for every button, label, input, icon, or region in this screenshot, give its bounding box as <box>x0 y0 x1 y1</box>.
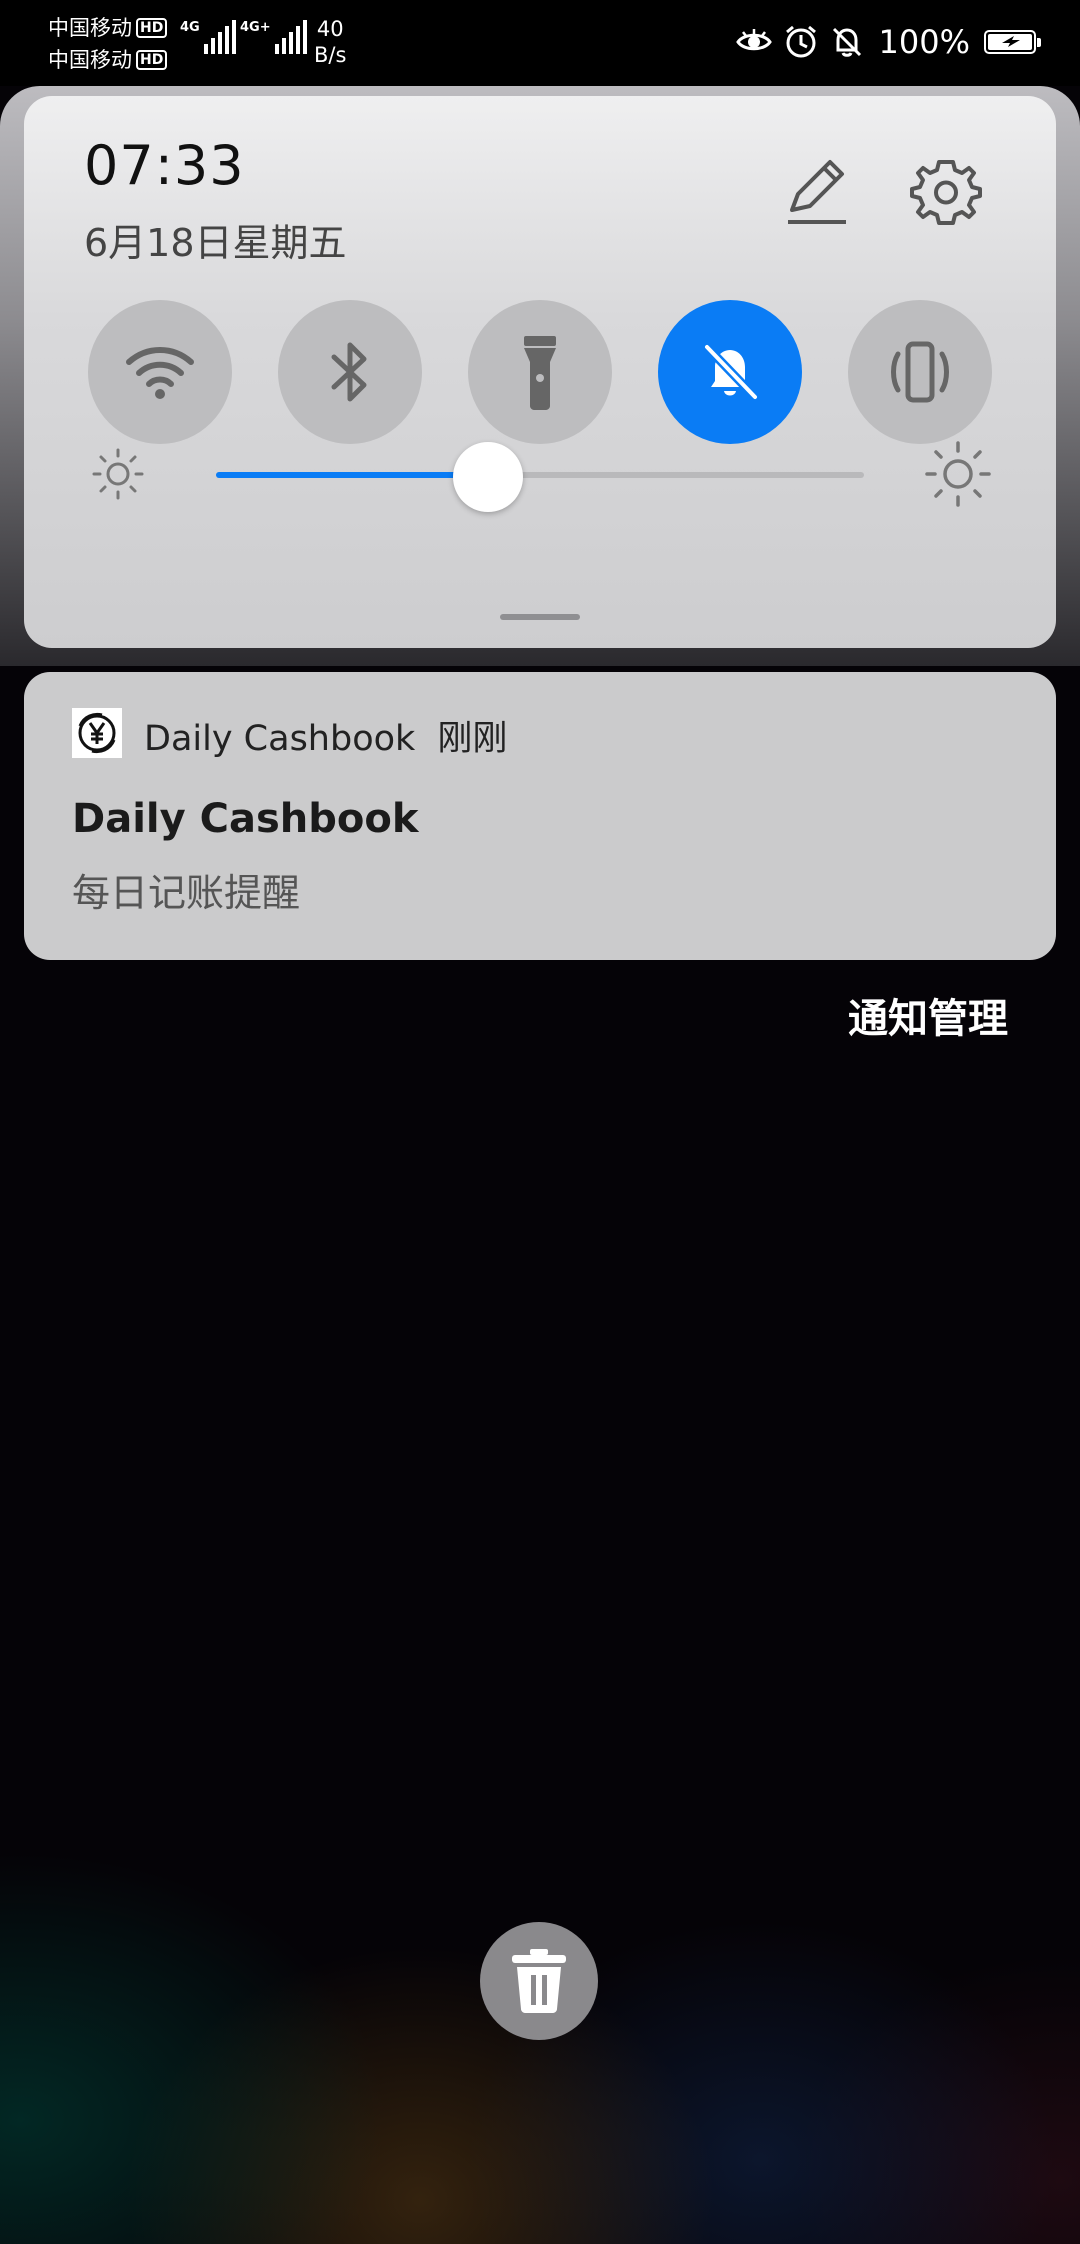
notification-time: 刚刚 <box>437 719 508 759</box>
trash-icon <box>512 1949 566 2013</box>
brightness-low-icon <box>92 448 144 500</box>
carrier-name-2: 中国移动 <box>48 48 132 72</box>
network-type-2: 4G+ <box>240 20 271 35</box>
brightness-slider[interactable] <box>216 472 864 478</box>
status-bar: 中国移动 HD 中国移动 HD 4G 4G+ 40 B/s 100% <box>0 0 1080 86</box>
brightness-slider-thumb[interactable] <box>453 442 524 512</box>
brightness-slider-fill <box>216 472 489 478</box>
brightness-high-icon <box>925 441 991 507</box>
notification-app-name: Daily Cashbook <box>144 719 416 759</box>
status-icons: 100% <box>735 20 1041 64</box>
quick-settings-panel: 07:33 6月18日星期五 <box>24 96 1056 648</box>
battery-percent: 100% <box>878 23 970 61</box>
carrier-name-1: 中国移动 <box>48 16 132 40</box>
battery-charging-icon <box>984 30 1041 54</box>
network-speed-unit: B/s <box>314 43 347 67</box>
network-type-1: 4G <box>180 20 200 35</box>
notification-body: 每日记账提醒 <box>72 871 301 915</box>
settings-gear-icon[interactable] <box>910 156 982 228</box>
alarm-icon <box>785 25 816 58</box>
clock: 07:33 <box>84 134 245 197</box>
notification-header: Daily Cashbook 刚刚 <box>144 710 507 761</box>
notification-card[interactable]: Daily Cashbook 刚刚 Daily Cashbook 每日记账提醒 <box>24 672 1056 960</box>
notification-shade-screen: 中国移动 HD 中国移动 HD 4G 4G+ 40 B/s 100% 07:33… <box>0 0 1080 2244</box>
brightness-control <box>24 396 1056 526</box>
edit-pencil-icon[interactable] <box>780 158 850 228</box>
panel-drag-handle[interactable] <box>500 614 580 620</box>
wifi-icon <box>126 347 194 399</box>
signal-bars-icon <box>203 20 236 54</box>
signal-1: 4G <box>180 20 237 54</box>
hd-badge-1: HD <box>136 18 168 38</box>
vibrate-icon <box>891 341 949 403</box>
signal-2: 4G+ <box>240 20 308 54</box>
network-speed-value: 40 <box>316 17 344 41</box>
bell-off-icon <box>832 27 861 57</box>
hd-badge-2: HD <box>136 50 168 70</box>
date: 6月18日星期五 <box>84 221 347 265</box>
network-speed: 40 B/s <box>314 16 346 68</box>
carrier-info: 中国移动 HD 中国移动 HD <box>48 12 168 76</box>
notification-manage-link[interactable]: 通知管理 <box>848 986 1008 1044</box>
eye-icon <box>735 29 772 51</box>
signal-bars-icon <box>274 20 307 54</box>
notification-title: Daily Cashbook <box>72 796 419 842</box>
yen-icon <box>72 708 122 758</box>
clear-notifications-button[interactable] <box>480 1922 598 2040</box>
